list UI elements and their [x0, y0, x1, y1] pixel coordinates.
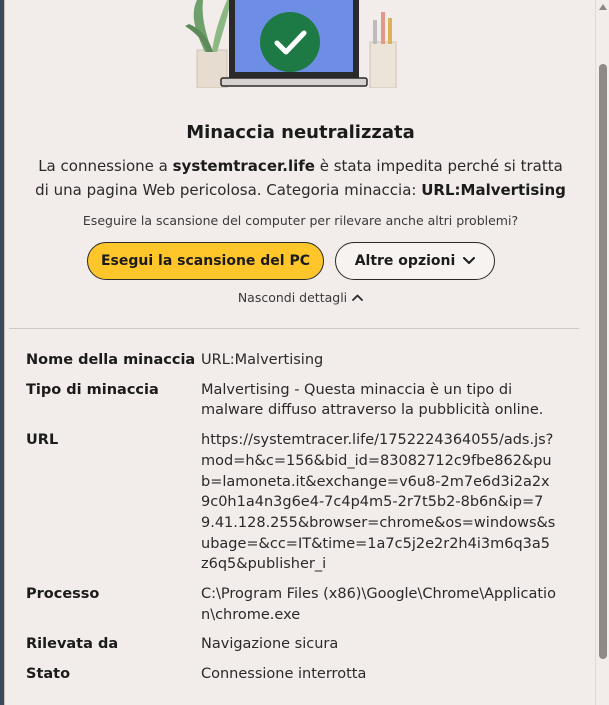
detail-row-url: URL https://systemtracer.life/1752224364…: [26, 430, 586, 575]
threat-details: Nome della minaccia URL:Malvertising Tip…: [26, 350, 586, 694]
more-options-button[interactable]: Altre opzioni: [335, 242, 495, 280]
detail-key: Rilevata da: [26, 636, 119, 653]
scan-pc-label: Esegui la scansione del PC: [100, 253, 311, 269]
scan-question: Eseguire la scansione del computer per r…: [82, 213, 519, 228]
vertical-scrollbar[interactable]: [595, 0, 609, 705]
detail-value: Navigazione sicura: [201, 636, 339, 653]
blocked-domain: systemtracer.life: [172, 157, 315, 175]
more-options-label: Altre opzioni: [354, 253, 456, 269]
checkmark-icon: [260, 12, 320, 72]
dialog-title: Minaccia neutralizzata: [186, 122, 415, 143]
detail-value: Malvertising - Questa minaccia è un tipo…: [201, 381, 544, 419]
detail-key: Stato: [26, 666, 71, 683]
detail-value: https://systemtracer.life/1752224364055/…: [201, 432, 556, 573]
detail-row-detected-by: Rilevata da Navigazione sicura: [26, 634, 586, 655]
detail-row-threat-type: Tipo di minaccia Malvertising - Questa m…: [26, 380, 586, 421]
detail-key: Processo: [26, 586, 100, 603]
scan-pc-button[interactable]: Esegui la scansione del PC: [87, 242, 324, 280]
detail-row-process: Processo C:\Program Files (x86)\Google\C…: [26, 584, 586, 625]
scrollbar-thumb[interactable]: [599, 64, 607, 659]
hide-details-toggle[interactable]: Nascondi dettagli: [5, 290, 596, 305]
detail-value: URL:Malvertising: [201, 352, 324, 368]
chevron-up-icon: [352, 294, 364, 301]
threat-dialog: Minaccia neutralizzata La connessione a …: [4, 0, 597, 705]
chevron-down-icon: [463, 257, 476, 264]
detail-row-threat-name: Nome della minaccia URL:Malvertising: [26, 350, 586, 371]
detail-key: Tipo di minaccia: [26, 381, 159, 398]
detail-value: Connessione interrotta: [201, 666, 367, 683]
desc-prefix: La connessione a: [38, 157, 173, 175]
threat-category: URL:Malvertising: [421, 181, 566, 199]
hide-details-label: Nascondi dettagli: [237, 290, 348, 305]
detail-key: URL: [26, 432, 59, 449]
detail-row-status: Stato Connessione interrotta: [26, 664, 586, 685]
scroll-up-arrow-icon[interactable]: [599, 4, 607, 10]
detail-value: C:\Program Files (x86)\Google\Chrome\App…: [201, 586, 556, 623]
divider: [9, 328, 579, 329]
threat-description: La connessione a systemtracer.life è sta…: [35, 154, 566, 202]
detail-key: Nome della minaccia: [26, 352, 196, 368]
